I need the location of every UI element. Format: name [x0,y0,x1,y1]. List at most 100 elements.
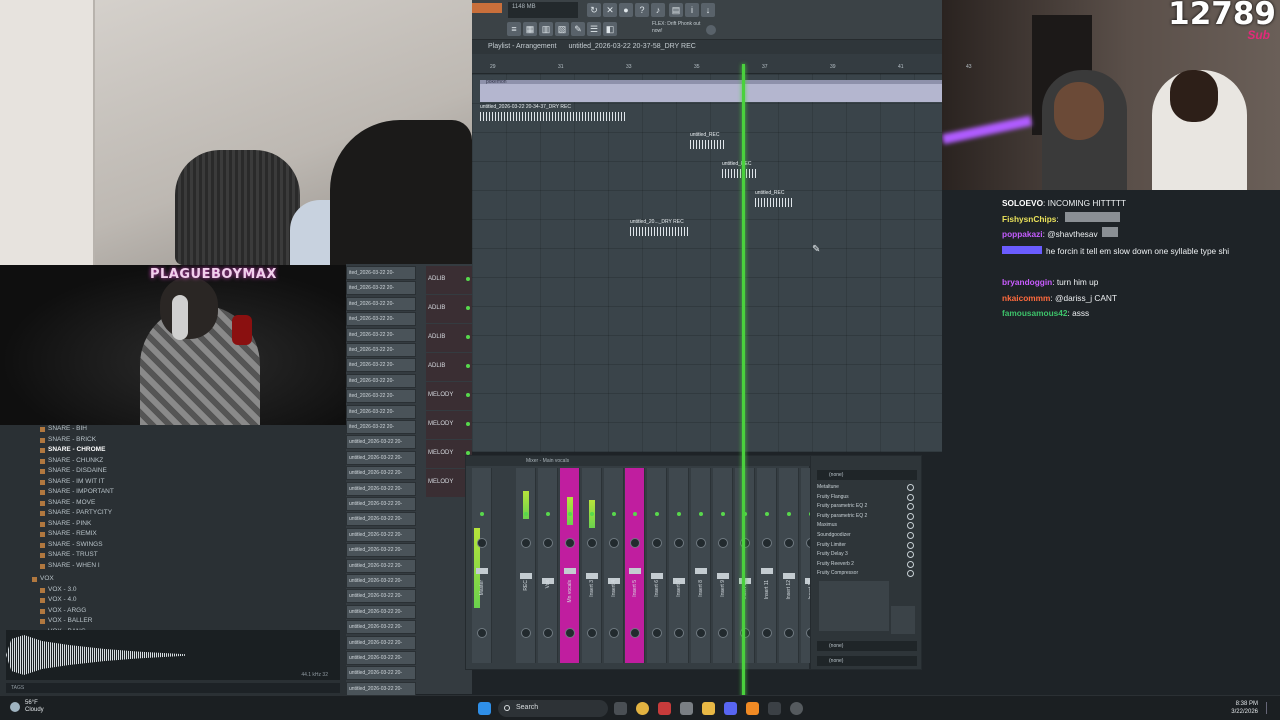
tracklist-item[interactable]: ited_2026-03-22 20- [346,312,416,327]
pan-knob[interactable] [761,538,772,548]
stereo-knob[interactable] [564,628,575,638]
insert-slot[interactable]: Fruity parametric EQ 2 [817,503,867,509]
browser-item[interactable]: SNARE - PARTYCITY [48,509,112,516]
volume-fader[interactable] [519,573,532,579]
insert-enable-toggle[interactable] [907,570,914,578]
chat-username-hidden[interactable] [1002,246,1042,254]
mixer-strip[interactable]: Insert 9 [713,468,733,663]
stereo-knob[interactable] [696,628,707,638]
volume-fader[interactable] [476,568,488,574]
browser-item[interactable]: SNARE - WHEN I [48,562,100,569]
strip-led[interactable] [786,512,791,516]
browser-item[interactable]: VOX [40,575,54,582]
track-mute-led[interactable] [466,393,470,397]
tracklist-item[interactable]: untitled_2026-03-22 20- [346,666,416,681]
pan-knob[interactable] [564,538,575,548]
mixer-icon[interactable]: ▧ [555,22,569,36]
plugin-icon[interactable]: ✎ [571,22,585,36]
tags-bar[interactable]: TAGS [6,683,340,693]
browser-item[interactable]: SNARE - IM WIT IT [48,478,105,485]
volume-fader[interactable] [717,573,729,579]
stereo-knob[interactable] [630,628,641,638]
pan-knob[interactable] [718,538,728,548]
browser-icon[interactable]: ☰ [587,22,601,36]
download-icon[interactable]: ↓ [701,3,715,17]
audio-clip[interactable]: untitled_20..._DRY REC [630,219,690,236]
stereo-knob[interactable] [674,628,685,638]
strip-led[interactable] [567,512,572,516]
browser-item[interactable]: SNARE - TRUST [48,551,98,558]
dock-icon[interactable]: ◧ [603,22,617,36]
insert-enable-toggle[interactable] [907,551,914,559]
tracklist-item[interactable]: untitled_2026-03-22 20- [346,466,416,481]
record-icon[interactable]: ● [619,3,633,17]
loop-icon[interactable]: ↻ [587,3,601,17]
browser-item[interactable]: VOX - BALLER [48,617,92,624]
metronome-icon[interactable]: ✕ [603,3,617,17]
insert-slot[interactable]: Maximus [817,522,837,528]
chrome-icon[interactable] [636,702,649,715]
tracklist-item[interactable]: ited_2026-03-22 20- [346,343,416,357]
insert-slot[interactable]: Fruity Reeverb 2 [817,561,854,567]
task-view-icon[interactable] [614,702,627,715]
insert-slot[interactable]: Fruity Delay 3 [817,551,848,557]
track-mute-led[interactable] [466,364,470,368]
browser-item[interactable]: SNARE - REMIX [48,530,97,537]
pan-knob[interactable] [652,538,663,548]
insert-slot[interactable]: Fruity Compressor [817,570,858,576]
strip-led[interactable] [611,512,616,516]
track-mute-led[interactable] [466,422,470,426]
insert-enable-toggle[interactable] [907,541,914,549]
insert-enable-toggle[interactable] [907,560,914,568]
pan-knob[interactable] [630,538,641,548]
channel-rack-icon[interactable]: ▥ [539,22,553,36]
mixer-strip[interactable]: Insert 7 [669,468,690,663]
discord-icon[interactable] [724,702,737,715]
help-icon[interactable]: ? [635,3,649,17]
strip-led[interactable] [655,512,660,516]
strip-led[interactable] [699,512,704,516]
obs-icon[interactable] [768,702,781,715]
sample-preview[interactable]: 44.1 kHz 32 [6,630,340,680]
track-header[interactable]: MELODY [426,382,472,410]
mixer-strip[interactable]: Master [472,468,492,663]
tracklist-item[interactable]: untitled_2026-03-22 20- [346,651,416,665]
stereo-knob[interactable] [477,628,487,638]
browser-item[interactable]: SNARE - DISDAINE [48,467,107,474]
song-position-bar[interactable] [472,3,502,13]
playhead[interactable] [742,64,745,704]
tracklist-item[interactable]: untitled_2026-03-22 20- [346,681,416,696]
tracklist-item[interactable]: untitled_2026-03-22 20- [346,481,416,496]
stereo-knob[interactable] [718,628,728,638]
insert-enable-toggle[interactable] [907,532,914,539]
track-header[interactable]: MELODY [426,411,472,439]
browser-item[interactable]: VOX - ARGG [48,607,86,614]
news-hint[interactable]: FLEX: Drift Phonk out now! [652,21,707,39]
strip-led[interactable] [589,512,594,516]
info-icon[interactable]: i [685,3,699,17]
browser-item[interactable]: SNARE - CHROME [48,446,105,453]
tracklist-item[interactable]: ited_2026-03-22 20- [346,373,416,388]
track-header[interactable]: ADLIB [426,353,472,381]
audio-clip[interactable]: untitled_2026-03-22 20-34-37_DRY REC [480,104,625,121]
mixer-strip[interactable]: Insert 4 [603,468,624,663]
tracklist-item[interactable]: untitled_2026-03-22 20- [346,589,416,604]
send-faders[interactable] [891,606,915,634]
volume-fader[interactable] [651,573,664,579]
insert-enable-toggle[interactable] [907,484,914,491]
stereo-knob[interactable] [542,628,553,638]
tracklist-item[interactable]: untitled_2026-03-22 20- [346,497,416,511]
tracklist-item[interactable]: ited_2026-03-22 20- [346,404,416,419]
insert-slot[interactable]: Fruity Limiter [817,542,846,548]
audio-clip[interactable]: untitled_REC [755,190,793,207]
input-select[interactable]: (none) [817,470,917,480]
tracklist-item[interactable]: untitled_2026-03-22 20- [346,574,416,588]
tracklist-item[interactable]: untitled_2026-03-22 20- [346,604,416,619]
mixer-strip[interactable]: Insert 11 [756,468,777,663]
mixer-title[interactable]: Mixer - Main vocals [466,456,811,466]
mixer-strip[interactable]: Vox [537,468,558,663]
insert-enable-toggle[interactable] [907,512,914,520]
tracklist-item[interactable]: untitled_2026-03-22 20- [346,620,416,635]
insert-enable-toggle[interactable] [907,503,914,511]
insert-slot[interactable]: Fruity Flangus [817,494,849,500]
